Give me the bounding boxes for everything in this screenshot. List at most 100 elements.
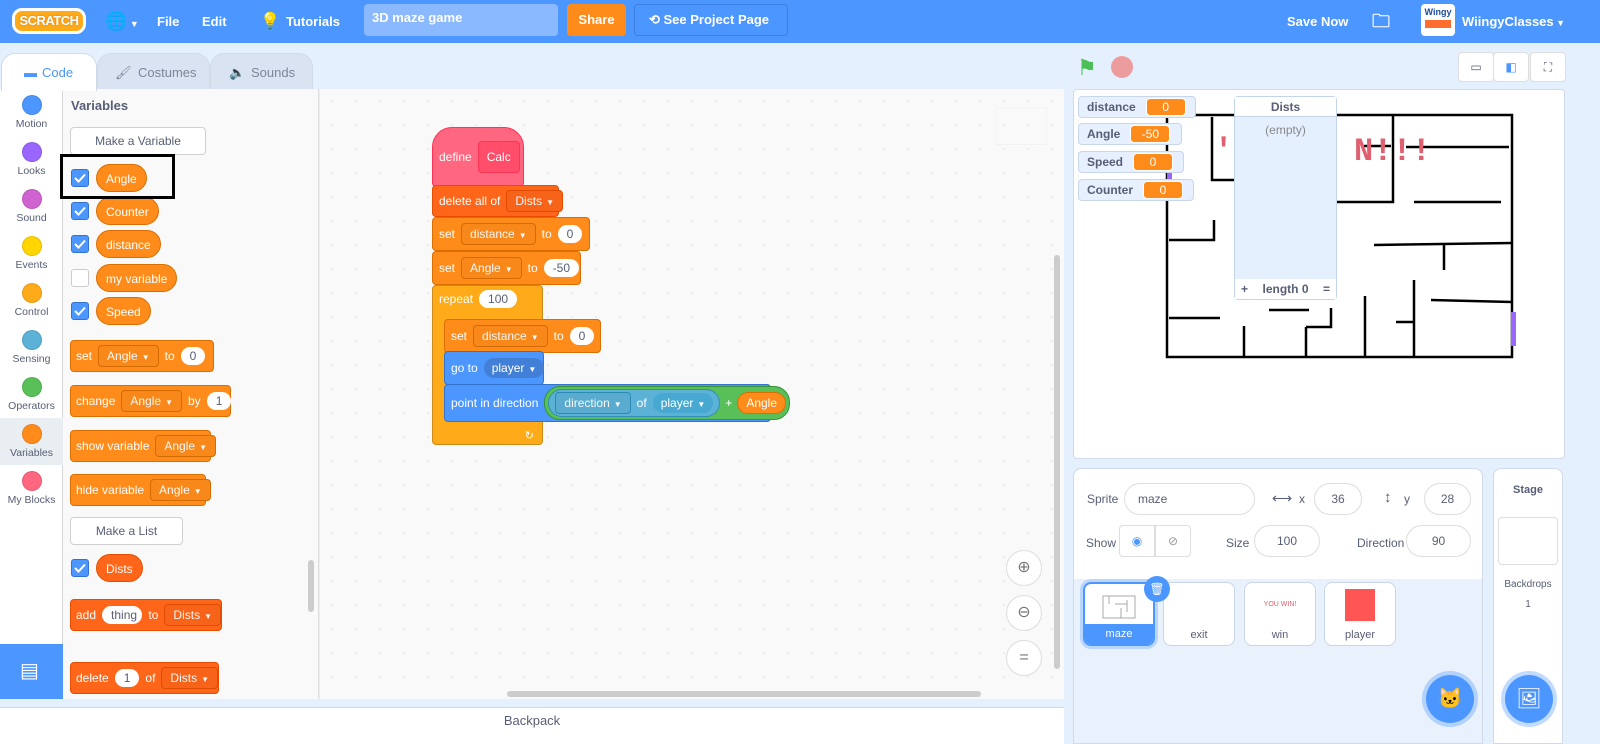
set-angle-block[interactable]: set Angle ▼ to -50 — [432, 251, 581, 285]
make-list-button[interactable]: Make a List — [70, 517, 183, 545]
variable-monitor-speed[interactable]: Speed 0 — [1078, 151, 1184, 173]
normal-stage-button[interactable]: ◧ — [1493, 52, 1529, 82]
add-to-list-block[interactable]: add thing to Dists ▼ — [70, 599, 222, 631]
value-input[interactable]: thing — [102, 606, 143, 624]
category-control[interactable]: Control — [0, 277, 63, 324]
x-input[interactable]: 36 — [1314, 483, 1362, 515]
list-monitor-dists[interactable]: Dists (empty) + length 0 = — [1234, 96, 1337, 300]
file-menu[interactable]: File — [157, 0, 179, 43]
variable-dropdown[interactable]: Angle ▼ — [121, 390, 182, 412]
hide-variable-block[interactable]: hide variable Angle ▼ — [70, 474, 211, 506]
variable-reporter-counter[interactable]: Counter — [96, 197, 159, 225]
green-flag-icon[interactable]: ⚑ — [1077, 55, 1097, 81]
folder-icon[interactable]: 🗀 — [1372, 0, 1390, 43]
variable-checkbox-counter[interactable] — [71, 202, 89, 220]
variable-checkbox-my-variable[interactable] — [71, 269, 89, 287]
see-project-page-button[interactable]: ⟲ See Project Page — [634, 4, 788, 36]
category-sensing[interactable]: Sensing — [0, 324, 63, 371]
variable-dropdown[interactable]: Angle ▼ — [150, 479, 211, 501]
sprite-thumb-exit[interactable]: exit — [1163, 582, 1235, 646]
list-reporter-dists[interactable]: Dists — [96, 554, 143, 582]
point-in-direction-block[interactable]: point in direction direction ▼ of player ▼… — [444, 384, 791, 422]
avatar[interactable]: Wingy — [1421, 4, 1455, 36]
delete-sprite-trash-icon[interactable]: 🗑 — [1144, 576, 1170, 602]
repeat-count-input[interactable]: 100 — [479, 290, 518, 308]
add-item-button[interactable]: + — [1241, 282, 1248, 296]
variable-monitor-distance[interactable]: distance 0 — [1078, 96, 1196, 118]
choose-backdrop-button[interactable]: 🖼 — [1505, 675, 1553, 723]
project-title-input[interactable]: 3D maze game — [364, 4, 558, 36]
stop-icon[interactable] — [1111, 56, 1133, 78]
stage-canvas[interactable]: 'T N!!! distance0 Angle-50 Speed0 Counte… — [1073, 89, 1565, 459]
delete-of-list-block[interactable]: delete 1 of Dists ▼ — [70, 662, 219, 694]
variable-monitor-counter[interactable]: Counter 0 — [1078, 179, 1194, 201]
zoom-out-button[interactable]: ⊖ — [1006, 595, 1042, 631]
value-input[interactable]: 0 — [569, 327, 595, 345]
username-menu[interactable]: WiingyClasses ▼ — [1462, 0, 1565, 43]
sprite-thumb-win[interactable]: YOU WIN! win — [1244, 582, 1316, 646]
set-distance-block[interactable]: set distance ▼ to 0 — [432, 217, 590, 251]
workspace-vertical-scrollbar[interactable] — [1054, 255, 1060, 669]
direction-input[interactable]: 90 — [1406, 525, 1471, 557]
value-input[interactable]: 0 — [180, 347, 206, 365]
go-to-block[interactable]: go to player ▼ — [444, 351, 545, 385]
list-checkbox-dists[interactable] — [71, 559, 89, 577]
value-input[interactable]: 1 — [206, 392, 231, 410]
variable-checkbox-speed[interactable] — [71, 302, 89, 320]
fullscreen-button[interactable]: ⛶ — [1530, 52, 1566, 82]
show-variable-block[interactable]: show variable Angle ▼ — [70, 430, 216, 462]
language-globe-icon[interactable]: 🌐 ▼ — [105, 0, 139, 43]
category-motion[interactable]: Motion — [0, 89, 63, 136]
sprite-thumb-player[interactable]: player — [1324, 582, 1396, 646]
value-input[interactable]: -50 — [543, 259, 579, 277]
set-distance-block-inner[interactable]: set distance ▼ to 0 — [444, 319, 601, 353]
zoom-reset-button[interactable]: = — [1006, 640, 1042, 676]
tutorials-button[interactable]: Tutorials — [286, 0, 340, 43]
category-sound[interactable]: Sound — [0, 183, 63, 230]
choose-sprite-button[interactable]: 🐱 — [1426, 675, 1474, 723]
category-variables[interactable]: Variables — [0, 418, 63, 465]
tab-code[interactable]: ▬ Code — [1, 53, 97, 91]
tab-sounds[interactable]: 🔈 Sounds — [210, 53, 313, 91]
list-dropdown[interactable]: Dists ▼ — [506, 190, 563, 212]
palette-scrollbar[interactable] — [308, 560, 314, 612]
zoom-in-button[interactable]: ⊕ — [1006, 550, 1042, 586]
variable-monitor-angle[interactable]: Angle -50 — [1078, 123, 1182, 145]
target-dropdown[interactable]: player ▼ — [483, 358, 545, 378]
small-stage-button[interactable]: ▭ — [1458, 52, 1494, 82]
variable-dropdown[interactable]: Angle ▼ — [155, 435, 216, 457]
change-variable-block[interactable]: change Angle ▼ by 1 — [70, 385, 231, 417]
category-events[interactable]: Events — [0, 230, 63, 277]
scripts-workspace[interactable]: define Calc delete all of Dists ▼ set dis… — [320, 89, 1064, 699]
of-sensing-reporter[interactable]: direction ▼ of player ▼ — [548, 389, 721, 417]
list-dropdown[interactable]: Dists ▼ — [161, 667, 218, 689]
tab-costumes[interactable]: 🖌 Costumes — [97, 53, 210, 91]
delete-all-of-list-block[interactable]: delete all of Dists ▼ — [432, 185, 563, 217]
y-input[interactable]: 28 — [1424, 483, 1471, 515]
sprite-name-input[interactable]: maze — [1124, 483, 1255, 515]
size-input[interactable]: 100 — [1254, 525, 1320, 557]
value-input[interactable]: 1 — [114, 669, 140, 687]
variable-dropdown[interactable]: Angle ▼ — [98, 345, 159, 367]
category-my-blocks[interactable]: My Blocks — [0, 465, 63, 512]
add-operator[interactable]: direction ▼ of player ▼ + Angle — [544, 386, 791, 420]
show-sprite-button[interactable]: ◉ — [1119, 525, 1155, 557]
property-dropdown[interactable]: direction ▼ — [555, 392, 631, 414]
edit-menu[interactable]: Edit — [202, 0, 227, 43]
angle-reporter[interactable]: Angle — [737, 392, 787, 414]
define-block[interactable]: define Calc — [432, 127, 524, 187]
add-extension-button[interactable]: ▤ — [0, 644, 63, 699]
variable-dropdown[interactable]: distance ▼ — [473, 325, 548, 347]
variable-dropdown[interactable]: distance ▼ — [461, 223, 536, 245]
variable-reporter-speed[interactable]: Speed — [96, 297, 151, 325]
set-variable-block[interactable]: set Angle ▼ to 0 — [70, 340, 214, 372]
scratch-logo[interactable]: SCRATCH — [12, 8, 86, 34]
share-button[interactable]: Share — [567, 4, 626, 36]
backpack[interactable]: Backpack — [0, 707, 1064, 744]
sprite-dropdown[interactable]: player ▼ — [652, 393, 714, 413]
variable-reporter-my-variable[interactable]: my variable — [96, 264, 178, 292]
category-looks[interactable]: Looks — [0, 136, 63, 183]
variable-checkbox-distance[interactable] — [71, 235, 89, 253]
value-input[interactable]: 0 — [557, 225, 583, 243]
category-operators[interactable]: Operators — [0, 371, 63, 418]
